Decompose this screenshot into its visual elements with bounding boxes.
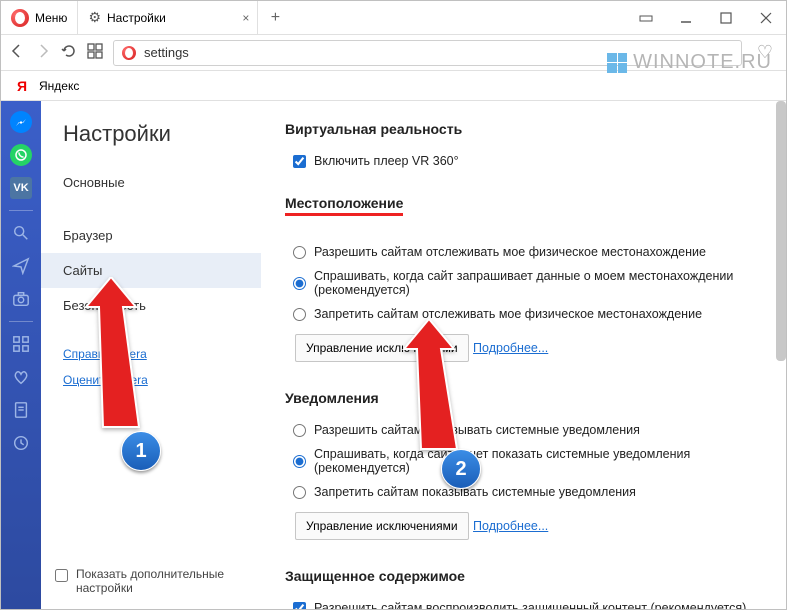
section-vr: Виртуальная реальность Включить плеер VR…	[285, 121, 766, 173]
notif-ask-label: Спрашивать, когда сайт хочет показать си…	[314, 447, 758, 475]
notif-deny-radio[interactable]	[293, 486, 306, 499]
geo-allow-radio[interactable]	[293, 246, 306, 259]
geo-ask-row[interactable]: Спрашивать, когда сайт запрашивает данны…	[285, 264, 766, 302]
geo-exceptions-button[interactable]: Управление исключениями	[295, 334, 469, 362]
opera-logo-icon	[11, 9, 29, 27]
notif-ask-radio[interactable]	[293, 455, 306, 468]
section-notif: Уведомления Разрешить сайтам показывать …	[285, 390, 766, 546]
vk-icon[interactable]: VK	[6, 173, 36, 203]
history-icon[interactable]	[6, 428, 36, 458]
notif-allow-row[interactable]: Разрешить сайтам показывать системные ув…	[285, 418, 766, 442]
vr-label: Включить плеер VR 360°	[314, 154, 459, 168]
geo-more-link[interactable]: Подробнее...	[473, 341, 548, 355]
gear-icon: ⚙	[88, 9, 101, 26]
notif-allow-label: Разрешить сайтам показывать системные ув…	[314, 423, 640, 437]
close-icon[interactable]: ×	[242, 11, 249, 25]
geo-allow-label: Разрешить сайтам отслеживать мое физичес…	[314, 245, 706, 259]
send-icon[interactable]	[6, 251, 36, 281]
menu-button[interactable]: Меню	[1, 1, 78, 34]
protected-label: Разрешить сайтам воспроизводить защищенн…	[314, 601, 746, 609]
window-controls	[626, 1, 786, 34]
tab-label: Настройки	[107, 11, 166, 25]
geo-deny-label: Запретить сайтам отслеживать мое физичес…	[314, 307, 702, 321]
forward-button[interactable]	[35, 43, 51, 62]
section-protected: Защищенное содержимое Разрешить сайтам в…	[285, 568, 766, 609]
nav-general[interactable]: Основные	[41, 165, 261, 200]
whatsapp-icon[interactable]	[6, 140, 36, 170]
protected-checkbox[interactable]	[293, 602, 306, 610]
vr-checkbox[interactable]	[293, 155, 306, 168]
reload-button[interactable]	[61, 43, 77, 62]
side-dock: VK	[1, 101, 41, 609]
settings-title: Настройки	[41, 121, 261, 165]
settings-nav: Настройки Основные Браузер Сайты Безопас…	[41, 101, 261, 609]
advanced-label: Показать дополнительные настройки	[76, 567, 247, 595]
geo-allow-row[interactable]: Разрешить сайтам отслеживать мое физичес…	[285, 240, 766, 264]
protected-row[interactable]: Разрешить сайтам воспроизводить защищенн…	[285, 596, 766, 609]
maximize-button[interactable]	[706, 1, 746, 34]
notif-ask-row[interactable]: Спрашивать, когда сайт хочет показать си…	[285, 442, 766, 480]
heart-icon[interactable]: ♡	[752, 42, 778, 63]
notif-allow-radio[interactable]	[293, 424, 306, 437]
address-bar: settings ♡	[1, 35, 786, 71]
yandex-bar: Я Яндекс	[1, 71, 786, 101]
titlebar: Меню ⚙ Настройки × +	[1, 1, 786, 35]
yandex-icon: Я	[17, 78, 33, 94]
nav-sites[interactable]: Сайты	[41, 253, 261, 288]
notif-more-link[interactable]: Подробнее...	[473, 519, 548, 533]
back-button[interactable]	[9, 43, 25, 62]
notif-deny-label: Запретить сайтам показывать системные ув…	[314, 485, 636, 499]
settings-content: Виртуальная реальность Включить плеер VR…	[261, 101, 786, 609]
tab-settings[interactable]: ⚙ Настройки ×	[78, 1, 258, 34]
vr-enable-row[interactable]: Включить плеер VR 360°	[285, 149, 766, 173]
opera-icon	[122, 46, 136, 60]
nav-security[interactable]: Безопасность	[41, 288, 261, 323]
hidetabs-icon[interactable]	[626, 1, 666, 34]
section-geo-title: Местоположение	[285, 195, 403, 216]
geo-ask-label: Спрашивать, когда сайт запрашивает данны…	[314, 269, 758, 297]
minimize-button[interactable]	[666, 1, 706, 34]
geo-deny-row[interactable]: Запретить сайтам отслеживать мое физичес…	[285, 302, 766, 326]
close-window-button[interactable]	[746, 1, 786, 34]
yandex-label[interactable]: Яндекс	[39, 79, 79, 93]
nav-browser[interactable]: Браузер	[41, 218, 261, 253]
advanced-checkbox[interactable]	[55, 569, 68, 582]
bookmark-heart-icon[interactable]	[6, 362, 36, 392]
speeddial-button[interactable]	[87, 43, 103, 62]
camera-icon[interactable]	[6, 284, 36, 314]
section-vr-title: Виртуальная реальность	[285, 121, 766, 137]
scrollbar[interactable]	[776, 101, 786, 361]
menu-label: Меню	[35, 11, 67, 25]
apps-icon[interactable]	[6, 329, 36, 359]
advanced-settings-toggle[interactable]: Показать дополнительные настройки	[41, 553, 261, 609]
address-input[interactable]: settings	[113, 40, 742, 66]
nav-help-link[interactable]: Справка Opera	[41, 341, 261, 367]
section-geo: Местоположение Разрешить сайтам отслежив…	[285, 195, 766, 368]
section-protected-title: Защищенное содержимое	[285, 568, 766, 584]
geo-ask-radio[interactable]	[293, 277, 306, 290]
section-notif-title: Уведомления	[285, 390, 766, 406]
address-text: settings	[144, 45, 189, 60]
new-tab-button[interactable]: +	[258, 1, 292, 34]
geo-deny-radio[interactable]	[293, 308, 306, 321]
notif-exceptions-button[interactable]: Управление исключениями	[295, 512, 469, 540]
page-icon[interactable]	[6, 395, 36, 425]
search-icon[interactable]	[6, 218, 36, 248]
nav-rate-link[interactable]: Оцените Opera	[41, 367, 261, 393]
messenger-icon[interactable]	[6, 107, 36, 137]
notif-deny-row[interactable]: Запретить сайтам показывать системные ув…	[285, 480, 766, 504]
